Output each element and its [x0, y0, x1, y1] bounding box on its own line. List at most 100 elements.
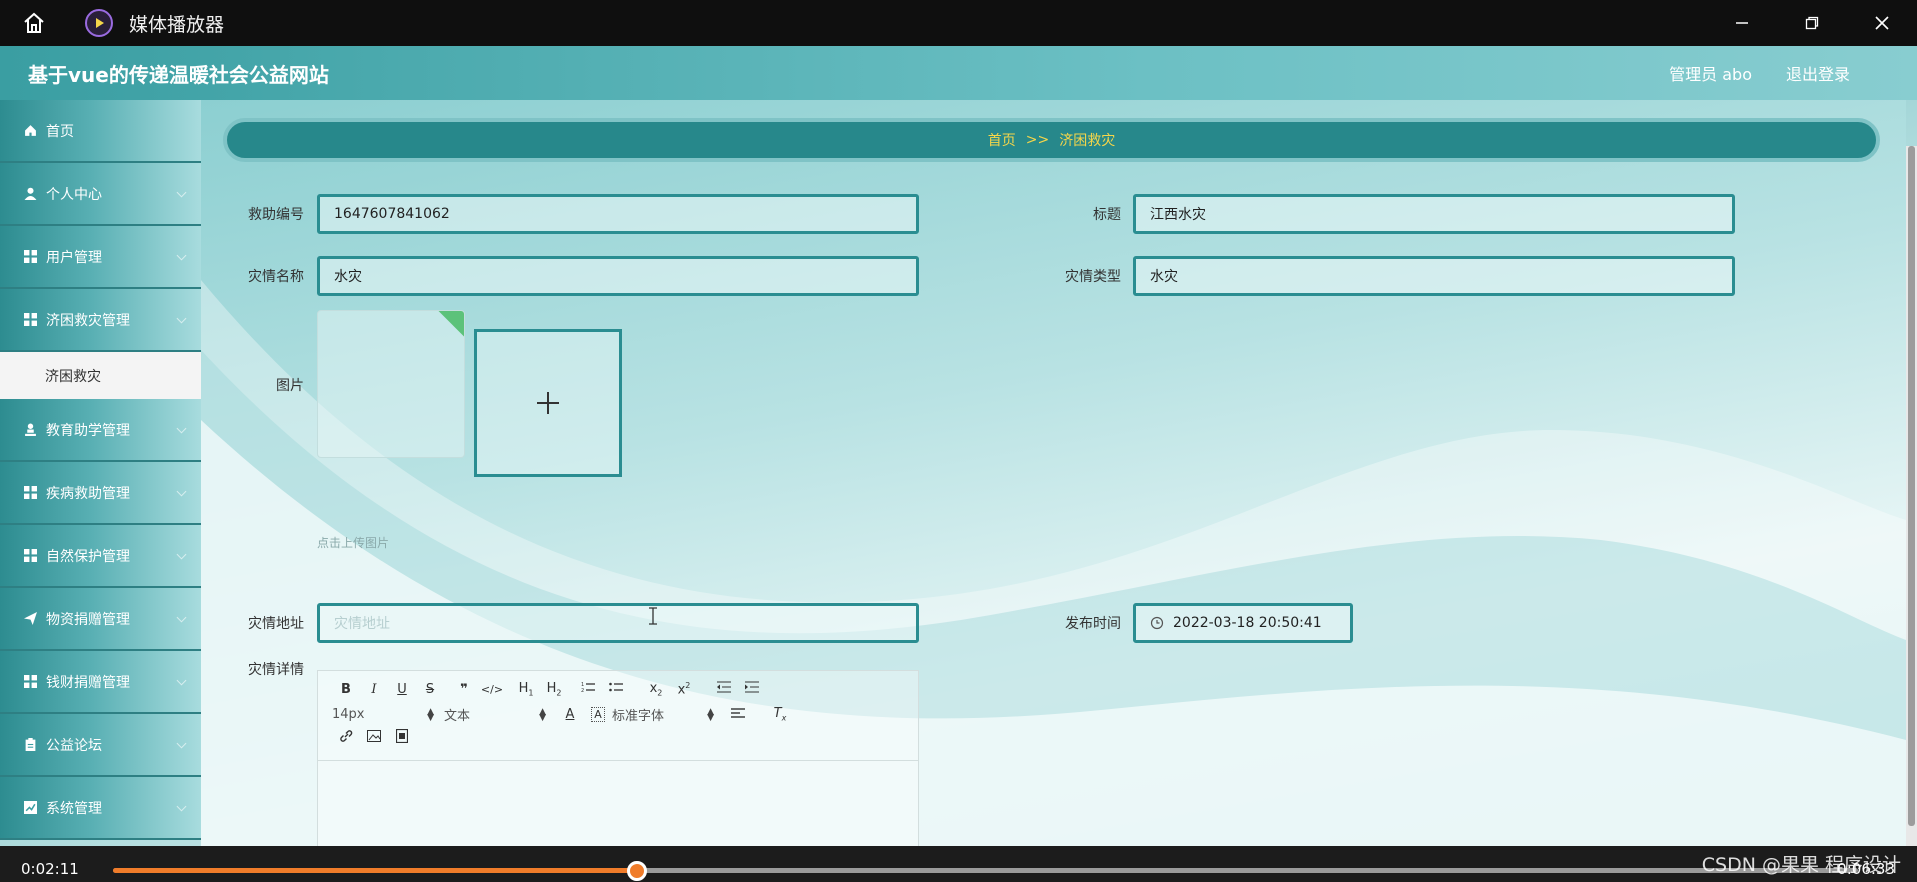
ordered-list-icon[interactable]: 12	[574, 681, 602, 697]
chevron-down-icon	[176, 549, 187, 560]
publish-time-value: 2022-03-18 20:50:41	[1173, 615, 1322, 631]
aid-number-field[interactable]: 1647607841062	[317, 194, 919, 234]
breadcrumb-separator: >>	[1025, 132, 1050, 148]
chevron-down-icon	[176, 738, 187, 749]
font-family-value: 标准字体	[612, 709, 665, 724]
main-content: 首页 >> 济困救灾 救助编号 1647607841062 标题 江西水灾 灾情…	[201, 100, 1906, 846]
sidebar-item-label: 疾病救助管理	[46, 485, 130, 502]
logout-link[interactable]: 退出登录	[1786, 61, 1850, 85]
blockquote-icon[interactable]: ❞	[450, 682, 478, 697]
sidebar-item-personal-center[interactable]: 个人中心	[0, 163, 201, 226]
sidebar-item-goods-donation-management[interactable]: 物资捐赠管理	[0, 588, 201, 651]
image-icon[interactable]	[360, 730, 388, 746]
superscript-icon[interactable]: x2	[670, 681, 698, 697]
chevron-down-icon	[176, 612, 187, 623]
details-label: 灾情详情	[248, 662, 304, 678]
font-family-select[interactable]: 标准字体 ▲ ▼	[612, 705, 724, 724]
home-icon	[25, 125, 36, 136]
heading-2-icon[interactable]: H2	[540, 681, 568, 698]
subscript-icon[interactable]: x2	[642, 681, 670, 698]
sidebar-item-money-donation-management[interactable]: 钱财捐赠管理	[0, 651, 201, 714]
disaster-name-field[interactable]: 水灾	[317, 256, 919, 296]
sidebar-item-nature-protection-management[interactable]: 自然保护管理	[0, 525, 201, 588]
video-icon[interactable]	[388, 728, 416, 747]
disaster-type-field[interactable]: 水灾	[1133, 256, 1735, 296]
player-titlebar: 媒体播放器	[0, 0, 1917, 46]
image-label: 图片	[276, 378, 304, 394]
paragraph-format-select[interactable]: 文本 ▲ ▼	[444, 705, 556, 724]
sidebar-item-public-forum[interactable]: 公益论坛	[0, 714, 201, 777]
send-icon	[24, 612, 37, 625]
text-cursor-icon	[649, 607, 657, 625]
sidebar-item-system-management[interactable]: 系统管理	[0, 777, 201, 840]
align-icon[interactable]	[724, 707, 752, 723]
web-app: 基于vue的传递温暖社会公益网站 管理员 abo 退出登录 首页 个人中心 用户…	[0, 46, 1917, 846]
sidebar-item-disaster-relief-management[interactable]: 济困救灾管理	[0, 289, 201, 352]
sidebar-item-label: 首页	[46, 123, 74, 140]
bullet-list-icon[interactable]	[602, 681, 630, 697]
select-arrows-icon: ▲ ▼	[427, 706, 434, 723]
chevron-down-icon	[176, 250, 187, 261]
total-time: 0:06:33	[1837, 860, 1895, 878]
rich-text-editor[interactable]: B I U S ❞ </> H1 H2 12 x2 x2 14px ▲ ▼ 文本…	[317, 670, 919, 846]
breadcrumb: 首页 >> 济困救灾	[223, 118, 1880, 162]
vertical-scrollbar[interactable]	[1906, 146, 1917, 846]
home-icon[interactable]	[17, 6, 51, 40]
chevron-down-icon	[176, 675, 187, 686]
close-icon[interactable]	[1847, 0, 1917, 46]
publish-time-label: 发布时间	[1065, 616, 1121, 632]
breadcrumb-home[interactable]: 首页	[988, 130, 1016, 150]
upload-success-check-icon	[438, 311, 464, 337]
sidebar-item-label: 系统管理	[46, 800, 102, 817]
sidebar-item-label: 用户管理	[46, 249, 102, 266]
sidebar-subitem-disaster-relief[interactable]: 济困救灾	[0, 352, 201, 399]
text-color-icon[interactable]: A	[556, 707, 584, 722]
clear-format-icon[interactable]: Tx	[766, 706, 794, 723]
sidebar-item-user-management[interactable]: 用户管理	[0, 226, 201, 289]
indent-icon[interactable]	[738, 681, 766, 697]
sidebar-item-home[interactable]: 首页	[0, 100, 201, 163]
sidebar: 首页 个人中心 用户管理 济困救灾管理 济困救灾 教育助学管理 疾病救助管理 自…	[0, 100, 201, 846]
chevron-down-icon	[176, 801, 187, 812]
sidebar-item-label: 钱财捐赠管理	[46, 674, 130, 691]
current-time: 0:02:11	[21, 860, 79, 878]
publish-time-picker[interactable]: 2022-03-18 20:50:41	[1133, 603, 1353, 643]
italic-icon[interactable]: I	[360, 682, 388, 697]
sidebar-item-education-aid-management[interactable]: 教育助学管理	[0, 399, 201, 462]
upload-image-button[interactable]	[474, 329, 622, 477]
disaster-name-label: 灾情名称	[248, 269, 304, 285]
seek-bar-handle[interactable]	[626, 861, 647, 881]
uploaded-image-thumbnail[interactable]	[317, 310, 465, 458]
restore-icon[interactable]	[1777, 0, 1847, 46]
sidebar-item-label: 济困救灾管理	[46, 312, 130, 329]
minimize-icon[interactable]	[1707, 0, 1777, 46]
seek-bar[interactable]	[113, 861, 1858, 881]
sidebar-item-label: 个人中心	[46, 186, 102, 203]
breadcrumb-current: 济困救灾	[1059, 133, 1116, 149]
scrollbar-thumb[interactable]	[1908, 146, 1915, 826]
editor-toolbar: B I U S ❞ </> H1 H2 12 x2 x2 14px ▲ ▼ 文本…	[318, 671, 918, 761]
link-icon[interactable]	[332, 729, 360, 747]
chevron-down-icon	[176, 313, 187, 324]
background-color-icon[interactable]: A	[591, 707, 605, 722]
clock-icon	[1150, 616, 1164, 630]
paragraph-format-value: 文本	[444, 709, 471, 724]
sidebar-item-label: 物资捐赠管理	[46, 611, 130, 628]
disaster-type-label: 灾情类型	[1065, 269, 1121, 285]
underline-icon[interactable]: U	[388, 682, 416, 697]
heading-1-icon[interactable]: H1	[512, 681, 540, 698]
address-input[interactable]: 灾情地址	[317, 603, 919, 643]
app-header: 基于vue的传递温暖社会公益网站 管理员 abo 退出登录	[0, 46, 1917, 100]
font-size-select[interactable]: 14px ▲ ▼	[332, 707, 444, 722]
bold-icon[interactable]: B	[332, 682, 360, 697]
title-field[interactable]: 江西水灾	[1133, 194, 1735, 234]
code-block-icon[interactable]: </>	[478, 683, 506, 696]
strikethrough-icon[interactable]: S	[416, 682, 444, 697]
aid-number-label: 救助编号	[248, 207, 304, 223]
grid-icon	[24, 250, 37, 263]
current-user: 管理员 abo	[1669, 65, 1752, 84]
svg-text:2: 2	[581, 688, 584, 693]
sidebar-item-medical-aid-management[interactable]: 疾病救助管理	[0, 462, 201, 525]
outdent-icon[interactable]	[710, 681, 738, 697]
player-controls: 0:02:11 CSDN @果果 程序设计 0:06:33	[0, 846, 1917, 882]
